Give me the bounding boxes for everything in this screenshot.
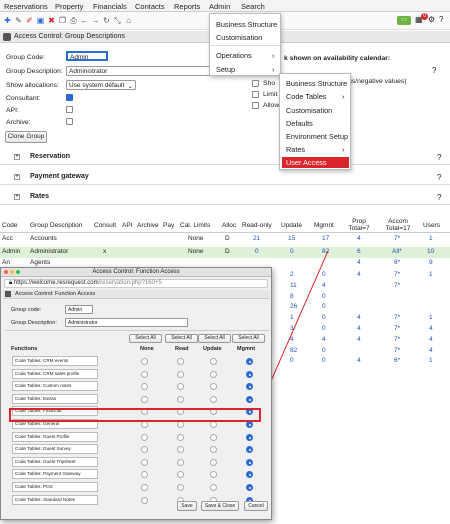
- popup-group-description-label: Group Description:: [11, 320, 57, 326]
- update-radio[interactable]: [210, 421, 217, 428]
- update-radio[interactable]: [210, 471, 217, 479]
- function-row: Code Tables: Guest Tripsheet: [1, 456, 269, 468]
- divider: [5, 330, 269, 331]
- popup-url-bar[interactable]: 🔒︎ https://welcome.resrequest.com/reserv…: [4, 279, 268, 288]
- update-radio[interactable]: [210, 433, 217, 441]
- function-label: Code Tables: Guest Survey: [12, 444, 98, 455]
- function-row: Code Tables: CRM sales profile: [1, 368, 269, 380]
- function-label: Code Tables: Standard Notes: [12, 494, 98, 505]
- update-radio[interactable]: [210, 458, 217, 466]
- function-row: Code Tables: CRM events: [1, 356, 269, 367]
- cancel-button[interactable]: Cancel: [244, 501, 268, 511]
- function-label: Code Tables: Custom notes: [12, 381, 98, 392]
- mgmnt-radio[interactable]: [246, 395, 253, 403]
- mgmnt-radio[interactable]: [246, 358, 253, 365]
- save-close-button[interactable]: Save & Close: [201, 501, 239, 511]
- none-radio[interactable]: [141, 358, 148, 365]
- none-radio[interactable]: [141, 421, 148, 428]
- save-button[interactable]: Save: [177, 501, 197, 511]
- mgmnt-radio[interactable]: [246, 446, 253, 454]
- popup-inner-title: Access Control: Function Access: [15, 291, 96, 297]
- read-radio[interactable]: [177, 383, 184, 391]
- function-label: Code Tables: CRM events: [12, 356, 98, 366]
- update-radio[interactable]: [210, 383, 217, 391]
- none-radio[interactable]: [141, 383, 148, 391]
- none-radio[interactable]: [141, 395, 148, 403]
- none-radio[interactable]: [141, 433, 148, 441]
- read-radio[interactable]: [177, 433, 184, 441]
- update-radio[interactable]: [210, 395, 217, 403]
- function-label: Code Tables: Guest Tripsheet: [12, 456, 98, 467]
- function-label: Code Tables: POS: [12, 482, 98, 492]
- read-radio[interactable]: [177, 421, 184, 428]
- mgmnt-radio[interactable]: [246, 471, 253, 479]
- function-label: Code Tables: CRM sales profile: [12, 368, 98, 379]
- update-radio[interactable]: [210, 370, 217, 378]
- function-access-popup: Access Control: Function Access 🔒︎ https…: [0, 267, 272, 520]
- general-row-highlight: [9, 408, 261, 422]
- select-all-none-button[interactable]: Select All: [129, 334, 162, 343]
- function-row: Code Tables: Guest Survey: [1, 444, 269, 455]
- window-icon: [5, 291, 11, 297]
- read-radio[interactable]: [177, 358, 184, 365]
- mgmnt-radio[interactable]: [246, 383, 253, 391]
- function-label: Code Tables: Extras: [12, 393, 98, 404]
- mgmnt-radio[interactable]: [246, 421, 253, 428]
- popup-group-description-input[interactable]: Administrator: [65, 318, 188, 327]
- none-radio[interactable]: [141, 484, 148, 491]
- mgmnt-radio[interactable]: [246, 458, 253, 466]
- popup-group-code-input[interactable]: Admin: [65, 305, 93, 314]
- popup-group-code-label: Group code:: [11, 307, 42, 313]
- update-radio[interactable]: [210, 484, 217, 491]
- popup-titlebar: Access Control: Function Access: [1, 268, 271, 277]
- read-radio[interactable]: [177, 446, 184, 454]
- function-row: Code Tables: Extras: [1, 393, 269, 405]
- col-none: None: [140, 346, 154, 352]
- col-read: Read: [175, 346, 189, 352]
- popup-inner-titlebar: Access Control: Function Access: [3, 290, 270, 299]
- select-all-mgmnt-button[interactable]: Select All: [232, 334, 265, 343]
- none-radio[interactable]: [141, 370, 148, 378]
- read-radio[interactable]: [177, 458, 184, 466]
- function-row: Code Tables: POS: [1, 482, 269, 493]
- mgmnt-radio[interactable]: [246, 484, 253, 491]
- read-radio[interactable]: [177, 395, 184, 403]
- col-mgmnt: Mgmnt: [237, 346, 256, 352]
- none-radio[interactable]: [141, 496, 148, 504]
- col-update: Update: [203, 346, 222, 352]
- read-radio[interactable]: [177, 471, 184, 479]
- select-all-update-button[interactable]: Select All: [198, 334, 231, 343]
- function-row: Code Tables: Custom notes: [1, 381, 269, 392]
- url-domain: welcome.resrequest.com: [31, 280, 99, 286]
- read-radio[interactable]: [177, 484, 184, 491]
- function-label: Code Tables: Payment Gateway: [12, 469, 98, 480]
- url-prefix: https://: [13, 280, 32, 286]
- none-radio[interactable]: [141, 458, 148, 466]
- popup-title: Access Control: Function Access: [92, 269, 180, 275]
- function-row: Code Tables: Payment Gateway: [1, 469, 269, 480]
- mgmnt-radio[interactable]: [246, 433, 253, 441]
- url-path: /reservation.php?160+5: [98, 280, 162, 286]
- select-all-read-button[interactable]: Select All: [165, 334, 198, 343]
- update-radio[interactable]: [210, 358, 217, 365]
- update-radio[interactable]: [210, 446, 217, 454]
- col-functions: Functions: [11, 346, 38, 352]
- mgmnt-radio[interactable]: [246, 370, 253, 378]
- function-label: Code Tables: Guest Profile: [12, 431, 98, 442]
- none-radio[interactable]: [141, 446, 148, 454]
- none-radio[interactable]: [141, 471, 148, 479]
- read-radio[interactable]: [177, 370, 184, 378]
- function-row: Code Tables: Guest Profile: [1, 431, 269, 443]
